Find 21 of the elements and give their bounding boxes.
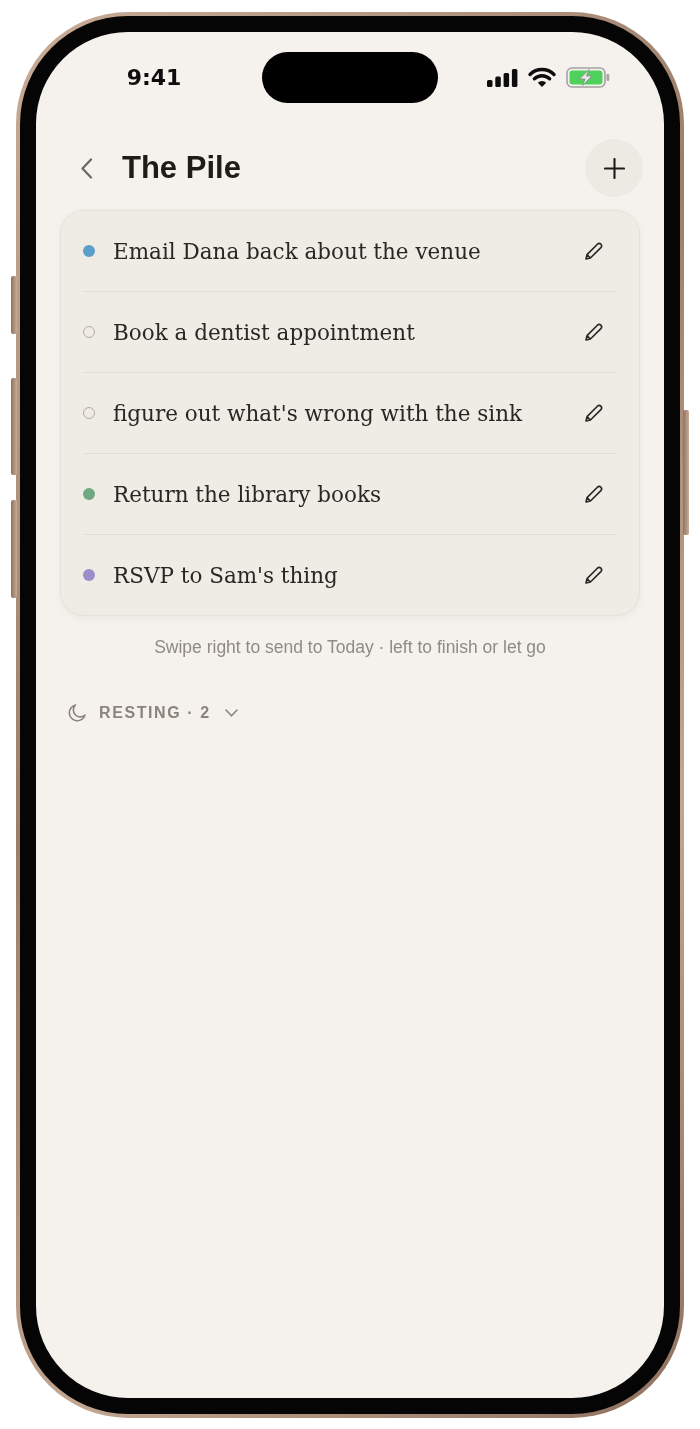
side-key-drawing — [11, 276, 17, 334]
chevron-down-icon[interactable] — [224, 708, 238, 717]
task-text[interactable]: Email Dana back about the venue — [113, 238, 583, 264]
pencil-icon[interactable] — [583, 483, 604, 505]
swipe-hint: Swipe right to send to Today · left to finish or let go — [153, 637, 547, 658]
wifi-icon — [526, 67, 557, 88]
battery-charging-icon — [565, 67, 610, 88]
pencil-icon[interactable] — [583, 321, 604, 343]
signal-icon — [486, 68, 518, 87]
pencil-icon[interactable] — [583, 402, 604, 424]
task-text[interactable]: figure out what's wrong with the sink — [113, 400, 583, 426]
pencil-icon[interactable] — [583, 564, 604, 586]
task-text[interactable]: RSVP to Sam's thing — [113, 562, 583, 588]
chevron-left-icon[interactable] — [80, 157, 93, 179]
task-text[interactable]: Return the library books — [113, 481, 583, 507]
pencil-icon[interactable] — [583, 240, 604, 262]
task-text[interactable]: Book a dentist appointment — [113, 319, 583, 345]
page-title: The Pile — [122, 150, 242, 186]
plus-icon — [603, 157, 625, 179]
moon-icon — [68, 703, 87, 722]
status-time: 9:41 — [126, 65, 182, 90]
